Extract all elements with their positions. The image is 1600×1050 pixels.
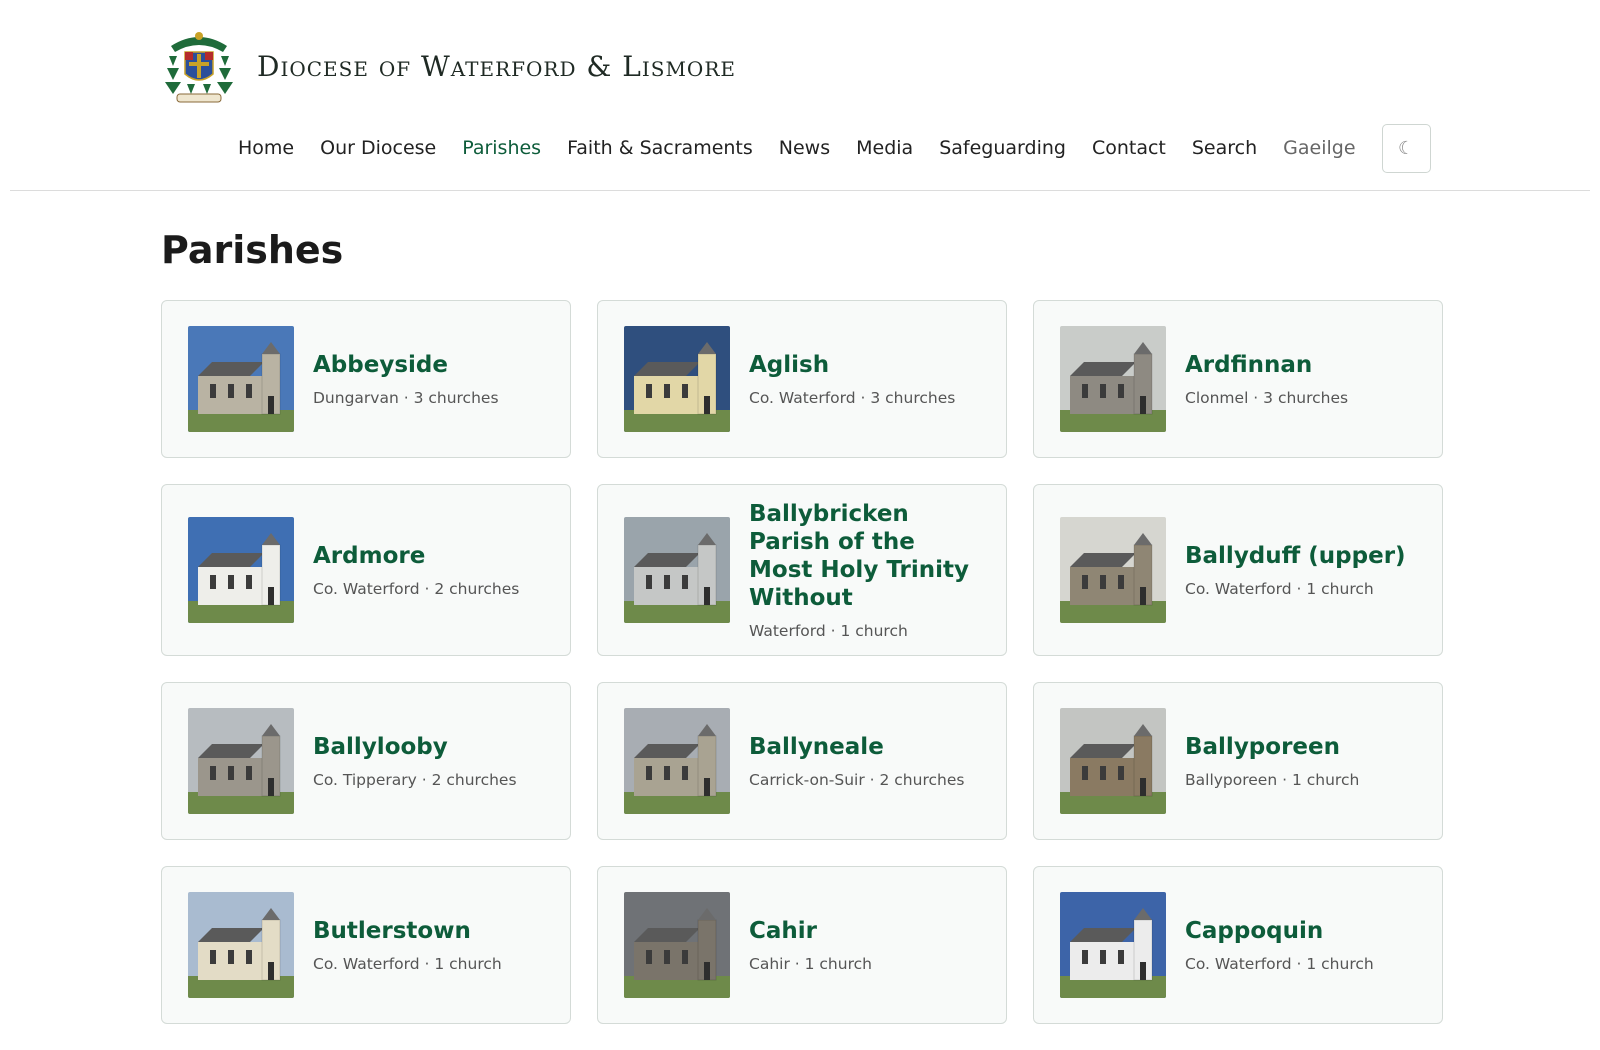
site-header: Diocese of Waterford & Lismore Home Our … <box>0 0 1600 192</box>
parish-church-photo[interactable] <box>1060 708 1166 814</box>
nav-gaeilge[interactable]: Gaeilge <box>1283 123 1355 173</box>
parish-info: Butlerstown Co. Waterford · 1 church <box>313 917 502 973</box>
parish-meta: Co. Waterford · 2 churches <box>313 580 520 598</box>
parish-info: Ballyneale Carrick-on-Suir · 2 churches <box>749 733 964 789</box>
parish-card[interactable]: Abbeyside Dungarvan · 3 churches <box>161 300 571 458</box>
parish-meta: Co. Waterford · 3 churches <box>749 389 956 407</box>
main-nav: Home Our Diocese Parishes Faith & Sacram… <box>238 123 1431 173</box>
parish-church-photo[interactable] <box>624 326 730 432</box>
parish-card[interactable]: Ballyporeen Ballyporeen · 1 church <box>1033 682 1443 840</box>
nav-safeguarding[interactable]: Safeguarding <box>939 123 1066 173</box>
parish-church-photo[interactable] <box>624 517 730 623</box>
nav-media[interactable]: Media <box>856 123 913 173</box>
parish-info: Ballyporeen Ballyporeen · 1 church <box>1185 733 1359 789</box>
parish-info: Aglish Co. Waterford · 3 churches <box>749 351 955 407</box>
parish-name-link[interactable]: Ballyporeen <box>1185 733 1359 761</box>
parish-card[interactable]: Butlerstown Co. Waterford · 1 church <box>161 866 571 1024</box>
parish-church-photo[interactable] <box>188 326 294 432</box>
parish-card[interactable]: Ardmore Co. Waterford · 2 churches <box>161 484 571 656</box>
nav-search[interactable]: Search <box>1192 123 1257 173</box>
parish-card[interactable]: Ballyneale Carrick-on-Suir · 2 churches <box>597 682 1007 840</box>
site-title: Diocese of Waterford & Lismore <box>257 49 736 83</box>
parish-meta: Cahir · 1 church <box>749 955 872 973</box>
parish-church-photo[interactable] <box>1060 517 1166 623</box>
parish-church-photo[interactable] <box>624 892 730 998</box>
parish-church-photo[interactable] <box>188 708 294 814</box>
parish-church-photo[interactable] <box>1060 892 1166 998</box>
parish-meta: Dungarvan · 3 churches <box>313 389 499 407</box>
nav-news[interactable]: News <box>779 123 830 173</box>
parish-church-photo[interactable] <box>188 517 294 623</box>
parish-meta: Co. Waterford · 1 church <box>313 955 502 973</box>
parish-name-link[interactable]: Ballyneale <box>749 733 964 761</box>
nav-parishes[interactable]: Parishes <box>462 123 541 173</box>
parish-meta: Clonmel · 3 churches <box>1185 389 1349 407</box>
parish-church-photo[interactable] <box>188 892 294 998</box>
parish-card[interactable]: Cahir Cahir · 1 church <box>597 866 1007 1024</box>
moon-icon: ☾ <box>1397 137 1415 158</box>
parish-card[interactable]: Aglish Co. Waterford · 3 churches <box>597 300 1007 458</box>
parish-church-photo[interactable] <box>1060 326 1166 432</box>
parish-meta: Ballyporeen · 1 church <box>1185 771 1360 789</box>
parish-name-link[interactable]: Ballybricken Parish of the Most Holy Tri… <box>749 500 979 612</box>
nav-faith-sacraments[interactable]: Faith & Sacraments <box>567 123 753 173</box>
page-title: Parishes <box>161 228 344 272</box>
parish-info: Ballylooby Co. Tipperary · 2 churches <box>313 733 517 789</box>
parish-name-link[interactable]: Cappoquin <box>1185 917 1374 945</box>
parish-info: Abbeyside Dungarvan · 3 churches <box>313 351 499 407</box>
parish-card[interactable]: Ardfinnan Clonmel · 3 churches <box>1033 300 1443 458</box>
parish-info: Cappoquin Co. Waterford · 1 church <box>1185 917 1374 973</box>
parish-info: Cahir Cahir · 1 church <box>749 917 872 973</box>
parish-name-link[interactable]: Abbeyside <box>313 351 499 379</box>
brand[interactable]: Diocese of Waterford & Lismore <box>163 26 736 106</box>
parish-church-photo[interactable] <box>624 708 730 814</box>
parish-name-link[interactable]: Ballyduff (upper) <box>1185 542 1406 570</box>
parish-meta: Co. Waterford · 1 church <box>1185 580 1374 598</box>
parish-card[interactable]: Ballylooby Co. Tipperary · 2 churches <box>161 682 571 840</box>
parish-name-link[interactable]: Aglish <box>749 351 955 379</box>
nav-contact[interactable]: Contact <box>1092 123 1166 173</box>
parish-meta: Co. Tipperary · 2 churches <box>313 771 517 789</box>
parish-meta: Waterford · 1 church <box>749 622 908 640</box>
parish-meta: Co. Waterford · 1 church <box>1185 955 1374 973</box>
parish-name-link[interactable]: Butlerstown <box>313 917 502 945</box>
parish-info: Ballybricken Parish of the Most Holy Tri… <box>749 500 979 640</box>
parish-card[interactable]: Ballyduff (upper) Co. Waterford · 1 churc… <box>1033 484 1443 656</box>
nav-our-diocese[interactable]: Our Diocese <box>320 123 436 173</box>
parish-card[interactable]: Ballybricken Parish of the Most Holy Tri… <box>597 484 1007 656</box>
parish-meta: Carrick-on-Suir · 2 churches <box>749 771 965 789</box>
parish-info: Ardfinnan Clonmel · 3 churches <box>1185 351 1348 407</box>
parish-name-link[interactable]: Ardfinnan <box>1185 351 1348 379</box>
parish-name-link[interactable]: Ardmore <box>313 542 519 570</box>
parish-info: Ardmore Co. Waterford · 2 churches <box>313 542 519 598</box>
parish-info: Ballyduff (upper) Co. Waterford · 1 churc… <box>1185 542 1406 598</box>
parish-grid: Abbeyside Dungarvan · 3 churches Aglish Co.… <box>161 300 1443 1024</box>
header-divider <box>10 190 1590 191</box>
parish-name-link[interactable]: Ballylooby <box>313 733 517 761</box>
nav-home[interactable]: Home <box>238 123 294 173</box>
parish-card[interactable]: Cappoquin Co. Waterford · 1 church <box>1033 866 1443 1024</box>
theme-toggle-button[interactable]: ☾ <box>1381 123 1431 173</box>
parish-name-link[interactable]: Cahir <box>749 917 872 945</box>
diocese-crest-logo <box>165 32 233 103</box>
